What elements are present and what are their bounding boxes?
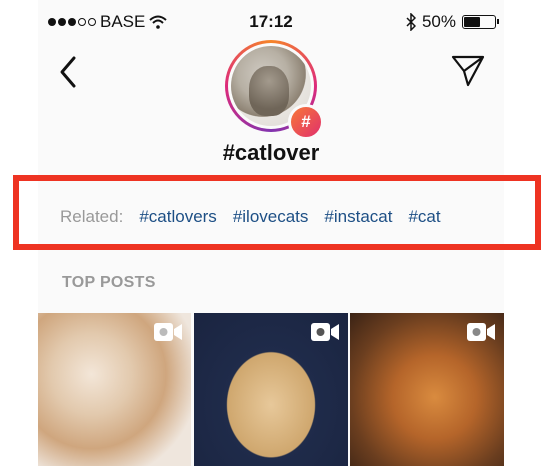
highlight-box bbox=[13, 175, 541, 250]
cat-figure bbox=[249, 66, 289, 116]
status-right: 50% bbox=[406, 12, 499, 32]
section-heading-top-posts: TOP POSTS bbox=[62, 274, 156, 291]
post-tile[interactable] bbox=[350, 313, 504, 466]
status-bar: BASE 17:12 50% bbox=[38, 0, 504, 40]
battery-icon bbox=[462, 15, 499, 29]
video-camera-icon bbox=[311, 323, 339, 341]
page-title: #catlover bbox=[222, 140, 320, 165]
chevron-left-icon[interactable] bbox=[56, 52, 80, 92]
video-camera-icon bbox=[467, 323, 495, 341]
bluetooth-icon bbox=[406, 13, 416, 31]
post-tile[interactable] bbox=[38, 313, 191, 466]
video-camera-icon bbox=[154, 323, 182, 341]
hashtag-badge: # bbox=[288, 104, 324, 140]
battery-percent: 50% bbox=[421, 12, 456, 31]
battery-fill bbox=[464, 17, 480, 27]
paper-plane-icon[interactable] bbox=[450, 54, 486, 88]
top-posts-grid bbox=[38, 313, 504, 466]
post-tile[interactable] bbox=[194, 313, 348, 466]
